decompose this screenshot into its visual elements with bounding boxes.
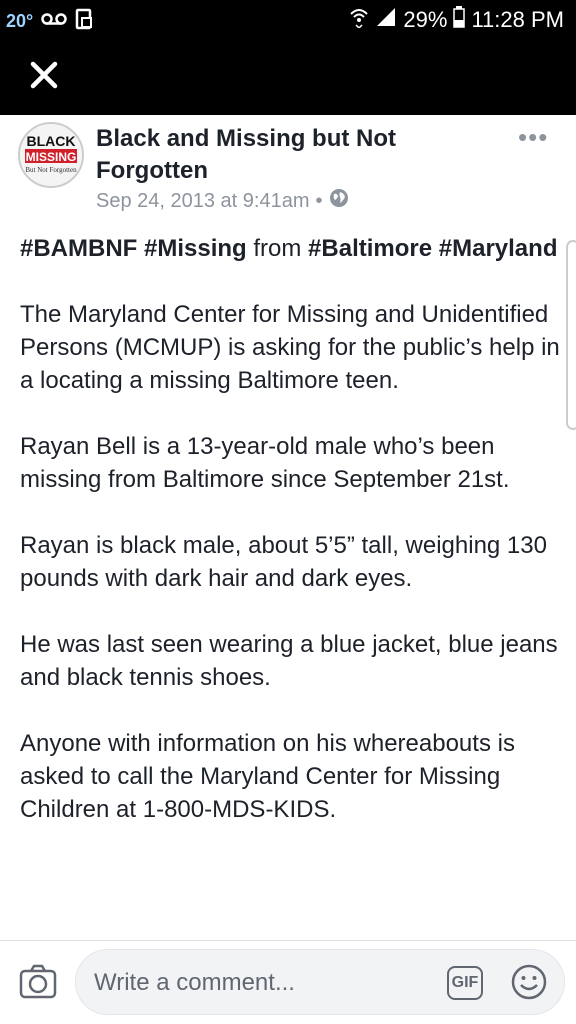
post-paragraph: Rayan Bell is a 13-year-old male who’s b… (20, 433, 510, 493)
screenshot-icon (75, 8, 93, 35)
post-paragraph: He was last seen wearing a blue jacket, … (20, 631, 558, 691)
hashtag-baltimore[interactable]: #Baltimore (308, 235, 432, 262)
hashtag-missing[interactable]: #Missing (144, 235, 247, 262)
globe-icon (329, 188, 349, 214)
hashtag-maryland[interactable]: #Maryland (439, 235, 558, 262)
page-avatar[interactable]: BLACK MISSING But Not Forgotten (18, 122, 84, 188)
voicemail-icon (41, 12, 67, 31)
comment-input[interactable] (94, 950, 424, 1016)
temperature-text: 20° (6, 11, 34, 31)
smiley-icon (511, 964, 547, 1000)
close-icon (30, 61, 58, 89)
meta-separator: • (315, 189, 323, 212)
hashtag-bambnf[interactable]: #BAMBNF (20, 235, 137, 262)
page-logo: BLACK MISSING But Not Forgotten (20, 124, 82, 186)
battery-percent: 29% (403, 7, 448, 32)
hashtag-line: #BAMBNF #Missing from #Baltimore #Maryla… (20, 232, 560, 265)
wifi-icon (349, 6, 369, 34)
from-text: from (253, 235, 302, 262)
scroll-indicator[interactable] (566, 240, 576, 430)
gif-button[interactable]: GIF (447, 966, 483, 1000)
post-meta: Sep 24, 2013 at 9:41am • (96, 188, 349, 214)
post-paragraph: Anyone with information on his whereabou… (20, 730, 515, 823)
signal-icon (375, 6, 397, 34)
post-paragraph: The Maryland Center for Missing and Unid… (20, 301, 560, 394)
close-button[interactable] (26, 57, 62, 93)
more-dots-icon: ••• (518, 122, 549, 152)
emoji-button[interactable] (511, 964, 547, 1000)
top-bar (0, 40, 576, 115)
post-body: #BAMBNF #Missing from #Baltimore #Maryla… (20, 232, 560, 826)
page-name[interactable]: Black and Missing but Not Forgotten (96, 123, 456, 187)
divider (0, 940, 576, 941)
camera-icon (19, 964, 57, 999)
svg-text:But Not Forgotten: But Not Forgotten (25, 166, 77, 174)
svg-text:MISSING: MISSING (26, 150, 77, 164)
camera-button[interactable] (18, 962, 58, 1002)
comment-box[interactable]: GIF (75, 949, 565, 1016)
post-timestamp[interactable]: Sep 24, 2013 at 9:41am (96, 190, 310, 213)
status-bar-right: 29% 11:28 PM (349, 6, 564, 34)
status-bar-left: 20° (6, 8, 93, 35)
svg-text:BLACK: BLACK (27, 133, 76, 149)
battery-icon (453, 6, 466, 34)
post-paragraph: Rayan is black male, about 5’5” tall, we… (20, 532, 547, 592)
more-options-button[interactable]: ••• (518, 122, 548, 153)
status-bar: 20° 29% 11:28 PM (0, 0, 576, 40)
clock: 11:28 PM (471, 7, 564, 32)
